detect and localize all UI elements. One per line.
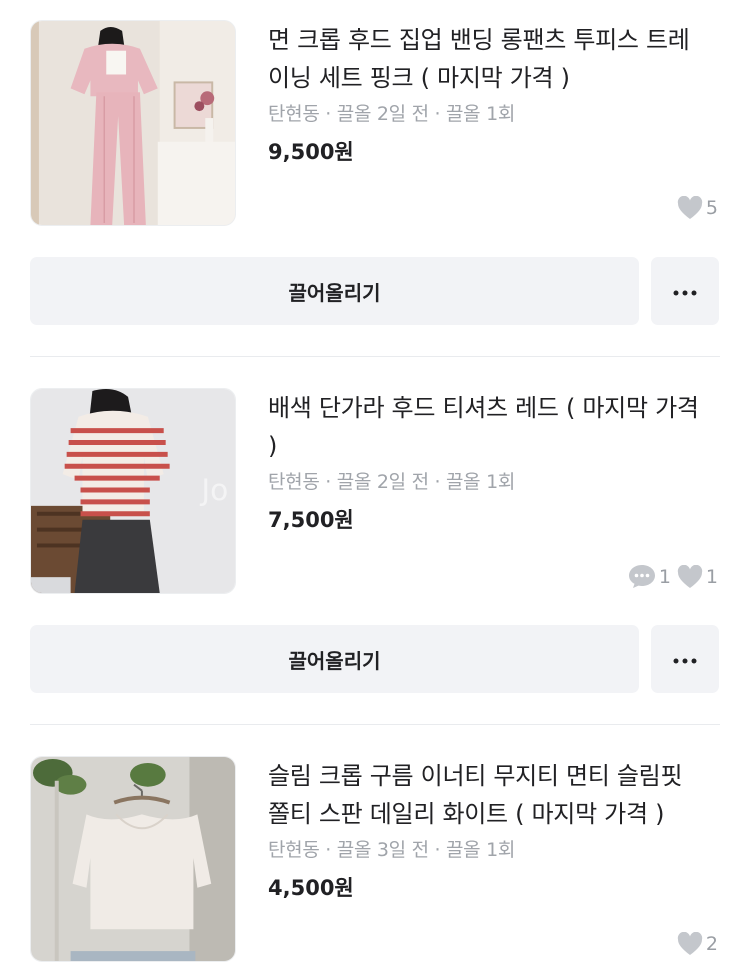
product-price: 7,500원 [268, 508, 354, 532]
more-horizontal-icon [673, 284, 697, 299]
svg-text:Jo: Jo [199, 473, 228, 508]
bump-time-text: 끌올 3일 전 [336, 839, 429, 861]
product-price: 4,500원 [268, 876, 354, 900]
heart-icon [677, 564, 703, 589]
meta-separator: · [319, 839, 337, 861]
product-stats: 5 [677, 196, 718, 220]
location-text: 탄현동 [268, 103, 320, 125]
product-title[interactable]: 슬림 크롭 구름 이너티 무지티 면티 슬림핏 쫄티 스판 데일리 화이트 ( … [268, 757, 708, 833]
bump-count-text: 끌올 1회 [445, 839, 516, 861]
meta-separator: · [319, 103, 337, 125]
location-text: 탄현동 [268, 471, 320, 493]
like-count: 5 [677, 196, 718, 220]
meta-separator: · [319, 471, 337, 493]
heart-icon [677, 932, 703, 956]
product-stats: 1 1 [628, 564, 718, 589]
like-count-value: 1 [705, 565, 718, 588]
like-count-value: 2 [705, 933, 718, 955]
product-stats: 2 [677, 932, 718, 956]
like-count: 1 [677, 564, 718, 589]
product-meta: 탄현동 · 끌올 2일 전 · 끌올 1회 [268, 99, 515, 126]
more-options-button[interactable] [651, 257, 719, 325]
comment-count: 1 [628, 564, 671, 589]
like-count-value: 5 [705, 197, 718, 219]
meta-separator: · [428, 471, 446, 493]
product-list: 면 크롭 후드 집업 밴딩 롱팬츠 투피스 트레이닝 세트 핑크 ( 마지막 가… [0, 0, 750, 980]
product-thumbnail[interactable] [30, 756, 236, 962]
product-thumbnail[interactable]: Jo [30, 388, 236, 594]
comment-count-value: 1 [658, 565, 671, 588]
more-options-button[interactable] [651, 625, 719, 693]
product-meta: 탄현동 · 끌올 2일 전 · 끌올 1회 [268, 467, 515, 494]
product-thumbnail[interactable] [30, 20, 236, 226]
product-price: 9,500원 [268, 140, 354, 164]
bump-button[interactable]: 끌어올리기 [30, 625, 639, 693]
bump-count-text: 끌올 1회 [445, 103, 516, 125]
chat-bubble-icon [628, 564, 656, 589]
meta-separator: · [428, 839, 446, 861]
bump-button[interactable]: 끌어올리기 [30, 257, 639, 325]
product-title[interactable]: 배색 단가라 후드 티셔츠 레드 ( 마지막 가격 ) [268, 389, 708, 465]
heart-icon [677, 196, 703, 220]
item-divider [30, 724, 720, 725]
meta-separator: · [428, 103, 446, 125]
bump-time-text: 끌올 2일 전 [336, 471, 429, 493]
product-title[interactable]: 면 크롭 후드 집업 밴딩 롱팬츠 투피스 트레이닝 세트 핑크 ( 마지막 가… [268, 21, 708, 97]
item-divider [30, 356, 720, 357]
product-meta: 탄현동 · 끌올 3일 전 · 끌올 1회 [268, 835, 515, 862]
bump-count-text: 끌올 1회 [445, 471, 516, 493]
like-count: 2 [677, 932, 718, 956]
more-horizontal-icon [673, 652, 697, 667]
bump-time-text: 끌올 2일 전 [336, 103, 429, 125]
location-text: 탄현동 [268, 839, 320, 861]
